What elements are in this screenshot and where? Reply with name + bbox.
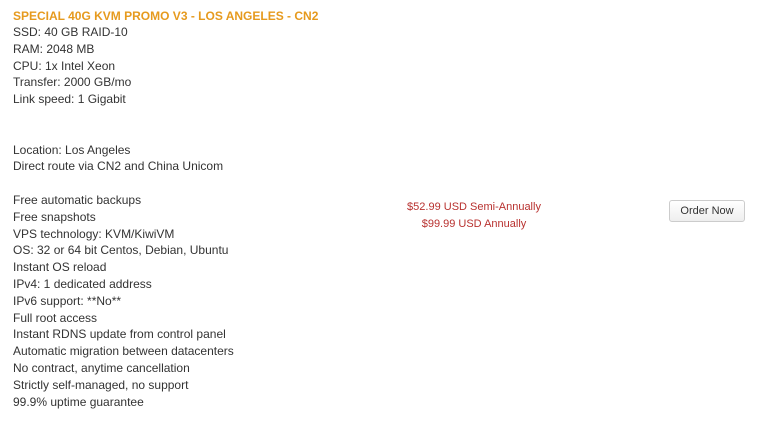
feature-link-speed: Link speed: 1 Gigabit <box>13 92 126 107</box>
feature-spacer <box>13 108 393 125</box>
feature-ssd: SSD: 40 GB RAID-10 <box>13 25 128 39</box>
feature-root-access: Full root access <box>13 310 98 325</box>
feature-migration: Automatic migration between datacenters <box>13 344 234 359</box>
feature-os-reload: Instant OS reload <box>13 260 107 275</box>
feature-backups: Free automatic backups <box>13 192 142 207</box>
feature-os: OS: 32 or 64 bit Centos, Debian, Ubuntu <box>13 243 229 258</box>
price-annually: $99.99 USD Annually <box>421 217 527 230</box>
feature-rdns: Instant RDNS update from control panel <box>13 327 226 342</box>
feature-spacer <box>13 175 393 192</box>
feature-ipv4: IPv4: 1 dedicated address <box>13 276 152 291</box>
product-features: SSD: 40 GB RAID-10 RAM: 2048 MB CPU: 1x … <box>13 24 393 410</box>
feature-ram: RAM: 2048 MB <box>13 41 95 56</box>
feature-vps-technology: VPS technology: KVM/KiwiVM <box>13 226 175 241</box>
feature-transfer: Transfer: 2000 GB/mo <box>13 75 132 90</box>
feature-location: Location: Los Angeles <box>13 142 131 157</box>
feature-contract: No contract, anytime cancellation <box>13 360 190 375</box>
product-pricing: $52.99 USD Semi-Annually $99.99 USD Annu… <box>374 199 574 232</box>
feature-uptime: 99.9% uptime guarantee <box>13 394 144 409</box>
feature-cpu: CPU: 1x Intel Xeon <box>13 58 116 73</box>
feature-snapshots: Free snapshots <box>13 209 96 224</box>
price-semi-annually: $52.99 USD Semi-Annually <box>407 201 541 213</box>
feature-direct-route: Direct route via CN2 and China Unicom <box>13 159 224 174</box>
feature-self-managed: Strictly self-managed, no support <box>13 377 189 392</box>
product-title: SPECIAL 40G KVM PROMO V3 - LOS ANGELES -… <box>13 9 319 23</box>
product-listing: SPECIAL 40G KVM PROMO V3 - LOS ANGELES -… <box>0 0 768 424</box>
feature-ipv6: IPv6 support: **No** <box>13 293 122 308</box>
feature-spacer <box>13 125 393 142</box>
order-now-button[interactable]: Order Now <box>669 200 745 222</box>
